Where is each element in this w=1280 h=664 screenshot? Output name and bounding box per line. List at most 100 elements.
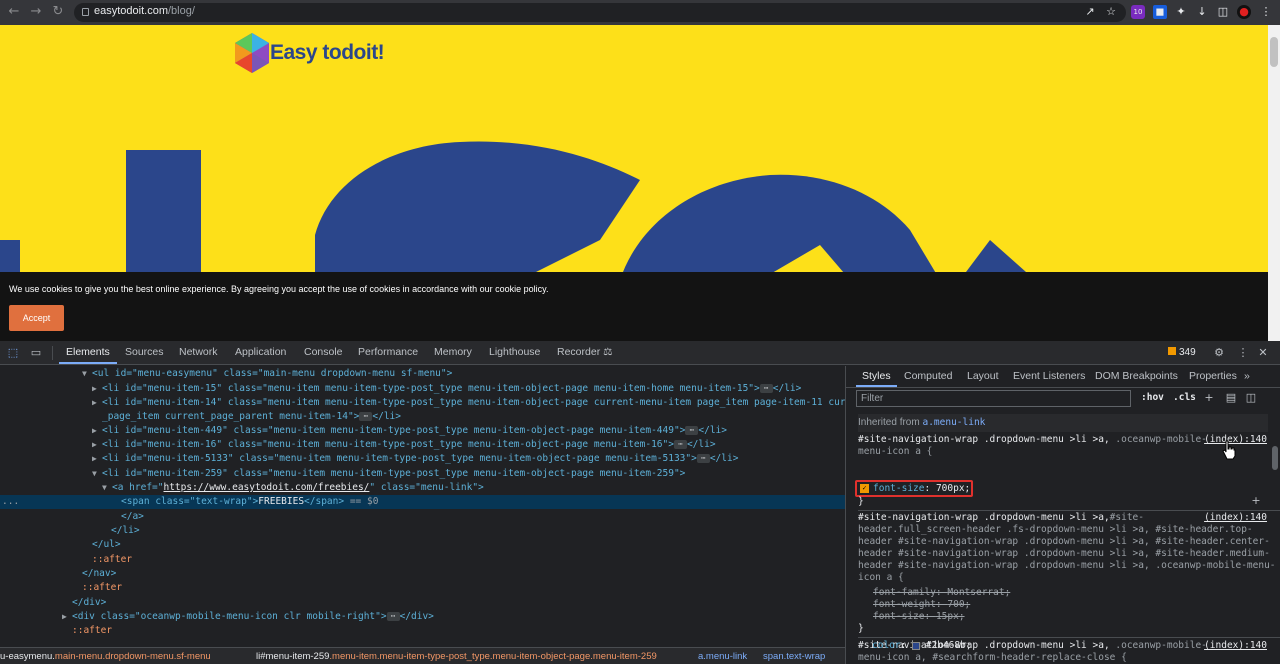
- tab-console[interactable]: Console: [304, 346, 343, 358]
- css-rule-2-selector-cont: header #site-navigation-wrap .dropdown-m…: [858, 536, 1270, 547]
- declaration-checkbox[interactable]: ✓: [860, 484, 869, 493]
- breadcrumb-span[interactable]: span.text-wrap: [763, 651, 825, 662]
- tab-computed[interactable]: Computed: [904, 370, 952, 382]
- device-toolbar-icon[interactable]: ▭: [29, 346, 43, 360]
- webpage-viewport: Easy todoit! We use cookies to give you …: [0, 25, 1268, 341]
- css-declaration-font-size[interactable]: ✓ font-size: 700px;: [860, 483, 970, 495]
- hover-state-toggle[interactable]: :hov: [1141, 392, 1164, 403]
- back-icon[interactable]: ←: [6, 4, 22, 20]
- reload-icon[interactable]: ↻: [50, 4, 66, 20]
- dom-node[interactable]: </ul>: [92, 538, 121, 552]
- tab-sources[interactable]: Sources: [125, 346, 164, 358]
- accept-cookies-button[interactable]: Accept: [9, 305, 64, 331]
- dom-node[interactable]: ▶ <li id="menu-item-14" class="menu-item …: [92, 396, 845, 410]
- forward-icon[interactable]: →: [28, 4, 44, 20]
- breadcrumb-ul[interactable]: u-easymenu.main-menu.dropdown-menu.sf-me…: [0, 651, 211, 662]
- css-rule-1-selector[interactable]: #site-navigation-wrap .dropdown-menu >li…: [858, 434, 1207, 446]
- dom-node[interactable]: ▶ <li id="menu-item-5133" class="menu-ite…: [92, 452, 738, 466]
- styles-tabbar: Styles Computed Layout Event Listeners D…: [846, 366, 1280, 388]
- dom-node[interactable]: ▶ <li id="menu-item-449" class="menu-item…: [92, 424, 727, 438]
- site-logo-text[interactable]: Easy todoit!: [270, 41, 385, 65]
- tab-performance[interactable]: Performance: [358, 346, 418, 358]
- new-rule-plus-icon[interactable]: +: [1202, 391, 1216, 405]
- rule-close: }: [858, 496, 864, 507]
- css-declaration-font-size-overridden[interactable]: font-size: 15px;: [873, 611, 965, 623]
- pseudo-element[interactable]: ::after: [72, 624, 112, 638]
- devtools-menu-icon[interactable]: ⋮: [1236, 346, 1250, 360]
- tab-lighthouse[interactable]: Lighthouse: [489, 346, 540, 358]
- url-text[interactable]: easytodoit.com/blog/: [94, 5, 195, 17]
- dom-node[interactable]: ▼ <li id="menu-item-259" class="menu-item…: [92, 467, 685, 481]
- page-scrollbar[interactable]: [1268, 25, 1280, 341]
- hand-cursor-icon: [1222, 440, 1236, 460]
- breadcrumb-li[interactable]: li#menu-item-259.menu-item.menu-item-typ…: [256, 651, 657, 662]
- download-icon[interactable]: ↓: [1195, 5, 1209, 19]
- dom-node[interactable]: </div>: [72, 596, 106, 610]
- tab-event-listeners[interactable]: Event Listeners: [1013, 370, 1085, 382]
- dom-node[interactable]: ▶ <div class="oceanwp-mobile-menu-icon cl…: [62, 610, 434, 624]
- flask-icon: ⚖: [603, 346, 613, 358]
- css-declaration-font-weight[interactable]: font-weight: 700;: [873, 599, 970, 611]
- inherited-selector-link[interactable]: a.menu-link: [922, 417, 985, 428]
- css-declaration-font-family[interactable]: font-family: Montserrat;: [873, 587, 1010, 599]
- breadcrumb: u-easymenu.main-menu.dropdown-menu.sf-me…: [0, 647, 845, 664]
- source-link[interactable]: (index):140: [1204, 512, 1267, 523]
- issues-flag-icon: [1168, 347, 1176, 355]
- tab-dom-breakpoints[interactable]: DOM Breakpoints: [1095, 370, 1178, 382]
- tab-properties[interactable]: Properties: [1189, 370, 1237, 382]
- side-panel-icon[interactable]: ◫: [1216, 5, 1230, 19]
- dom-node-continued[interactable]: _page_item current_page_parent menu-item…: [102, 410, 401, 424]
- class-toggle[interactable]: .cls: [1173, 392, 1196, 403]
- bookmark-star-icon[interactable]: ☆: [1104, 5, 1118, 19]
- extension-badge-icon[interactable]: 10: [1131, 5, 1145, 19]
- color-swatch[interactable]: [912, 641, 921, 650]
- pseudo-element[interactable]: ::after: [82, 581, 122, 595]
- rule-separator: [858, 637, 1280, 638]
- css-rule-1-selector-cont: menu-icon a {: [858, 446, 933, 457]
- issues-counter[interactable]: 349: [1168, 347, 1196, 358]
- add-declaration-plus-icon[interactable]: +: [1249, 494, 1263, 508]
- extensions-puzzle-icon[interactable]: ✦: [1174, 5, 1188, 19]
- tab-recorder[interactable]: Recorder ⚖: [557, 346, 613, 358]
- settings-gear-icon[interactable]: ⚙: [1212, 346, 1226, 360]
- inspect-element-icon[interactable]: ⬚: [6, 346, 20, 360]
- dom-node[interactable]: ▼ <ul id="menu-easymenu" class="main-menu…: [82, 367, 452, 381]
- css-declaration-color[interactable]: color: #2b468b;: [872, 640, 972, 652]
- source-link[interactable]: (index):140: [1204, 640, 1267, 651]
- elements-tree[interactable]: ▼ <ul id="menu-easymenu" class="main-menu…: [0, 366, 845, 647]
- breadcrumb-a[interactable]: a.menu-link: [698, 651, 747, 662]
- dom-node[interactable]: </li>: [111, 524, 140, 538]
- styles-filter-input[interactable]: Filter: [856, 390, 1131, 407]
- dom-node[interactable]: </nav>: [82, 567, 116, 581]
- css-rule-3-selector-cont: menu-icon a, #searchform-header-replace-…: [858, 652, 1127, 663]
- dom-node[interactable]: ▼ <a href="https://www.easytodoit.com/fre…: [102, 481, 484, 495]
- dom-node[interactable]: </a>: [121, 510, 144, 524]
- tab-application[interactable]: Application: [235, 346, 286, 358]
- css-rule-2-selector-cont: header #site-navigation-wrap .dropdown-m…: [858, 548, 1270, 559]
- toggle-sidebar-icon[interactable]: ◫: [1244, 391, 1258, 405]
- bitwarden-icon[interactable]: ◼: [1153, 5, 1167, 19]
- site-logo-icon[interactable]: [233, 33, 271, 73]
- menu-kebab-icon[interactable]: ⋮: [1259, 5, 1273, 19]
- tab-styles[interactable]: Styles: [856, 370, 897, 387]
- styles-scrollbar-thumb[interactable]: [1272, 446, 1278, 470]
- address-bar[interactable]: easytodoit.com/blog/: [74, 3, 1126, 22]
- rule-separator: [858, 510, 1280, 511]
- tab-network[interactable]: Network: [179, 346, 218, 358]
- pseudo-element[interactable]: ::after: [92, 553, 132, 567]
- more-tabs-chevron-icon[interactable]: »: [1244, 370, 1250, 382]
- tab-elements[interactable]: Elements: [59, 346, 117, 364]
- profile-avatar[interactable]: ●: [1237, 5, 1251, 19]
- css-rule-2-selector[interactable]: #site-navigation-wrap .dropdown-menu >li…: [858, 512, 1144, 524]
- scrollbar-thumb[interactable]: [1270, 37, 1278, 67]
- dom-node[interactable]: ▶ <li id="menu-item-16" class="menu-item …: [92, 438, 716, 452]
- share-icon[interactable]: ↗: [1083, 5, 1097, 19]
- close-devtools-icon[interactable]: ✕: [1256, 346, 1270, 360]
- css-rule-2-selector-cont: header.full_screen-header .fs-dropdown-m…: [858, 524, 1253, 535]
- selected-dom-node[interactable]: ... <span class="text-wrap">FREEBIES</spa…: [0, 495, 845, 509]
- dom-node[interactable]: ▶ <li id="menu-item-15" class="menu-item …: [92, 382, 801, 396]
- tab-layout[interactable]: Layout: [967, 370, 999, 382]
- paint-icon[interactable]: ▤: [1224, 391, 1238, 405]
- tab-memory[interactable]: Memory: [434, 346, 472, 358]
- devtools-panel: ⬚ ▭ Elements Sources Network Application…: [0, 341, 1280, 664]
